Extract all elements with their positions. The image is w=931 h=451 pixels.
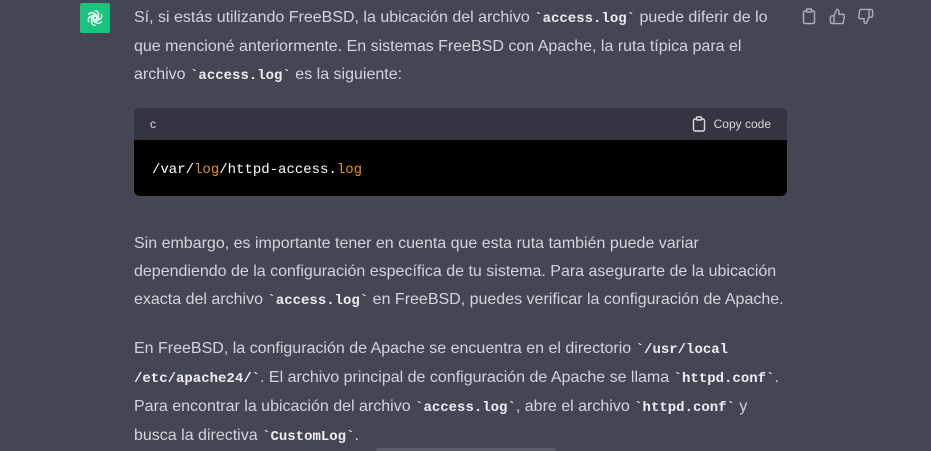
openai-logo-icon	[80, 3, 110, 33]
inline-code: `httpd.conf`	[673, 371, 775, 387]
code-content: /var/log/httpd-access.log	[152, 162, 363, 178]
inline-code: `access.log`	[534, 11, 636, 27]
inline-code: `access.log`	[190, 68, 291, 84]
inline-code: `httpd.conf`	[634, 400, 735, 416]
code-block: c Copy code /var/log/httpd-access.log	[134, 108, 787, 196]
thumbs-up-button[interactable]	[826, 6, 848, 26]
copy-code-button[interactable]: Copy code	[692, 110, 771, 138]
thumbs-down-button[interactable]	[854, 6, 876, 26]
inline-code: `access.log`	[415, 400, 516, 416]
message-actions	[798, 6, 876, 26]
assistant-message: Sí, si estás utilizando FreeBSD, la ubic…	[0, 0, 931, 451]
copy-message-button[interactable]	[798, 6, 820, 26]
message-content: Sí, si estás utilizando FreeBSD, la ubic…	[134, 4, 794, 451]
clipboard-icon	[692, 116, 705, 132]
inline-code: `access.log`	[267, 293, 369, 309]
thumbs-down-icon	[857, 8, 873, 24]
paragraph-3: En FreeBSD, la configuración de Apache s…	[134, 340, 779, 445]
clipboard-icon	[802, 7, 816, 24]
paragraph-2: Sin embargo, es importante tener en cuen…	[134, 235, 784, 309]
code-block-header: c Copy code	[134, 108, 787, 140]
inline-code: `CustomLog`	[262, 429, 355, 445]
paragraph-1: Sí, si estás utilizando FreeBSD, la ubic…	[134, 9, 768, 84]
thumbs-up-icon	[829, 8, 845, 24]
code-language: c	[150, 117, 156, 131]
copy-code-label: Copy code	[713, 117, 771, 131]
